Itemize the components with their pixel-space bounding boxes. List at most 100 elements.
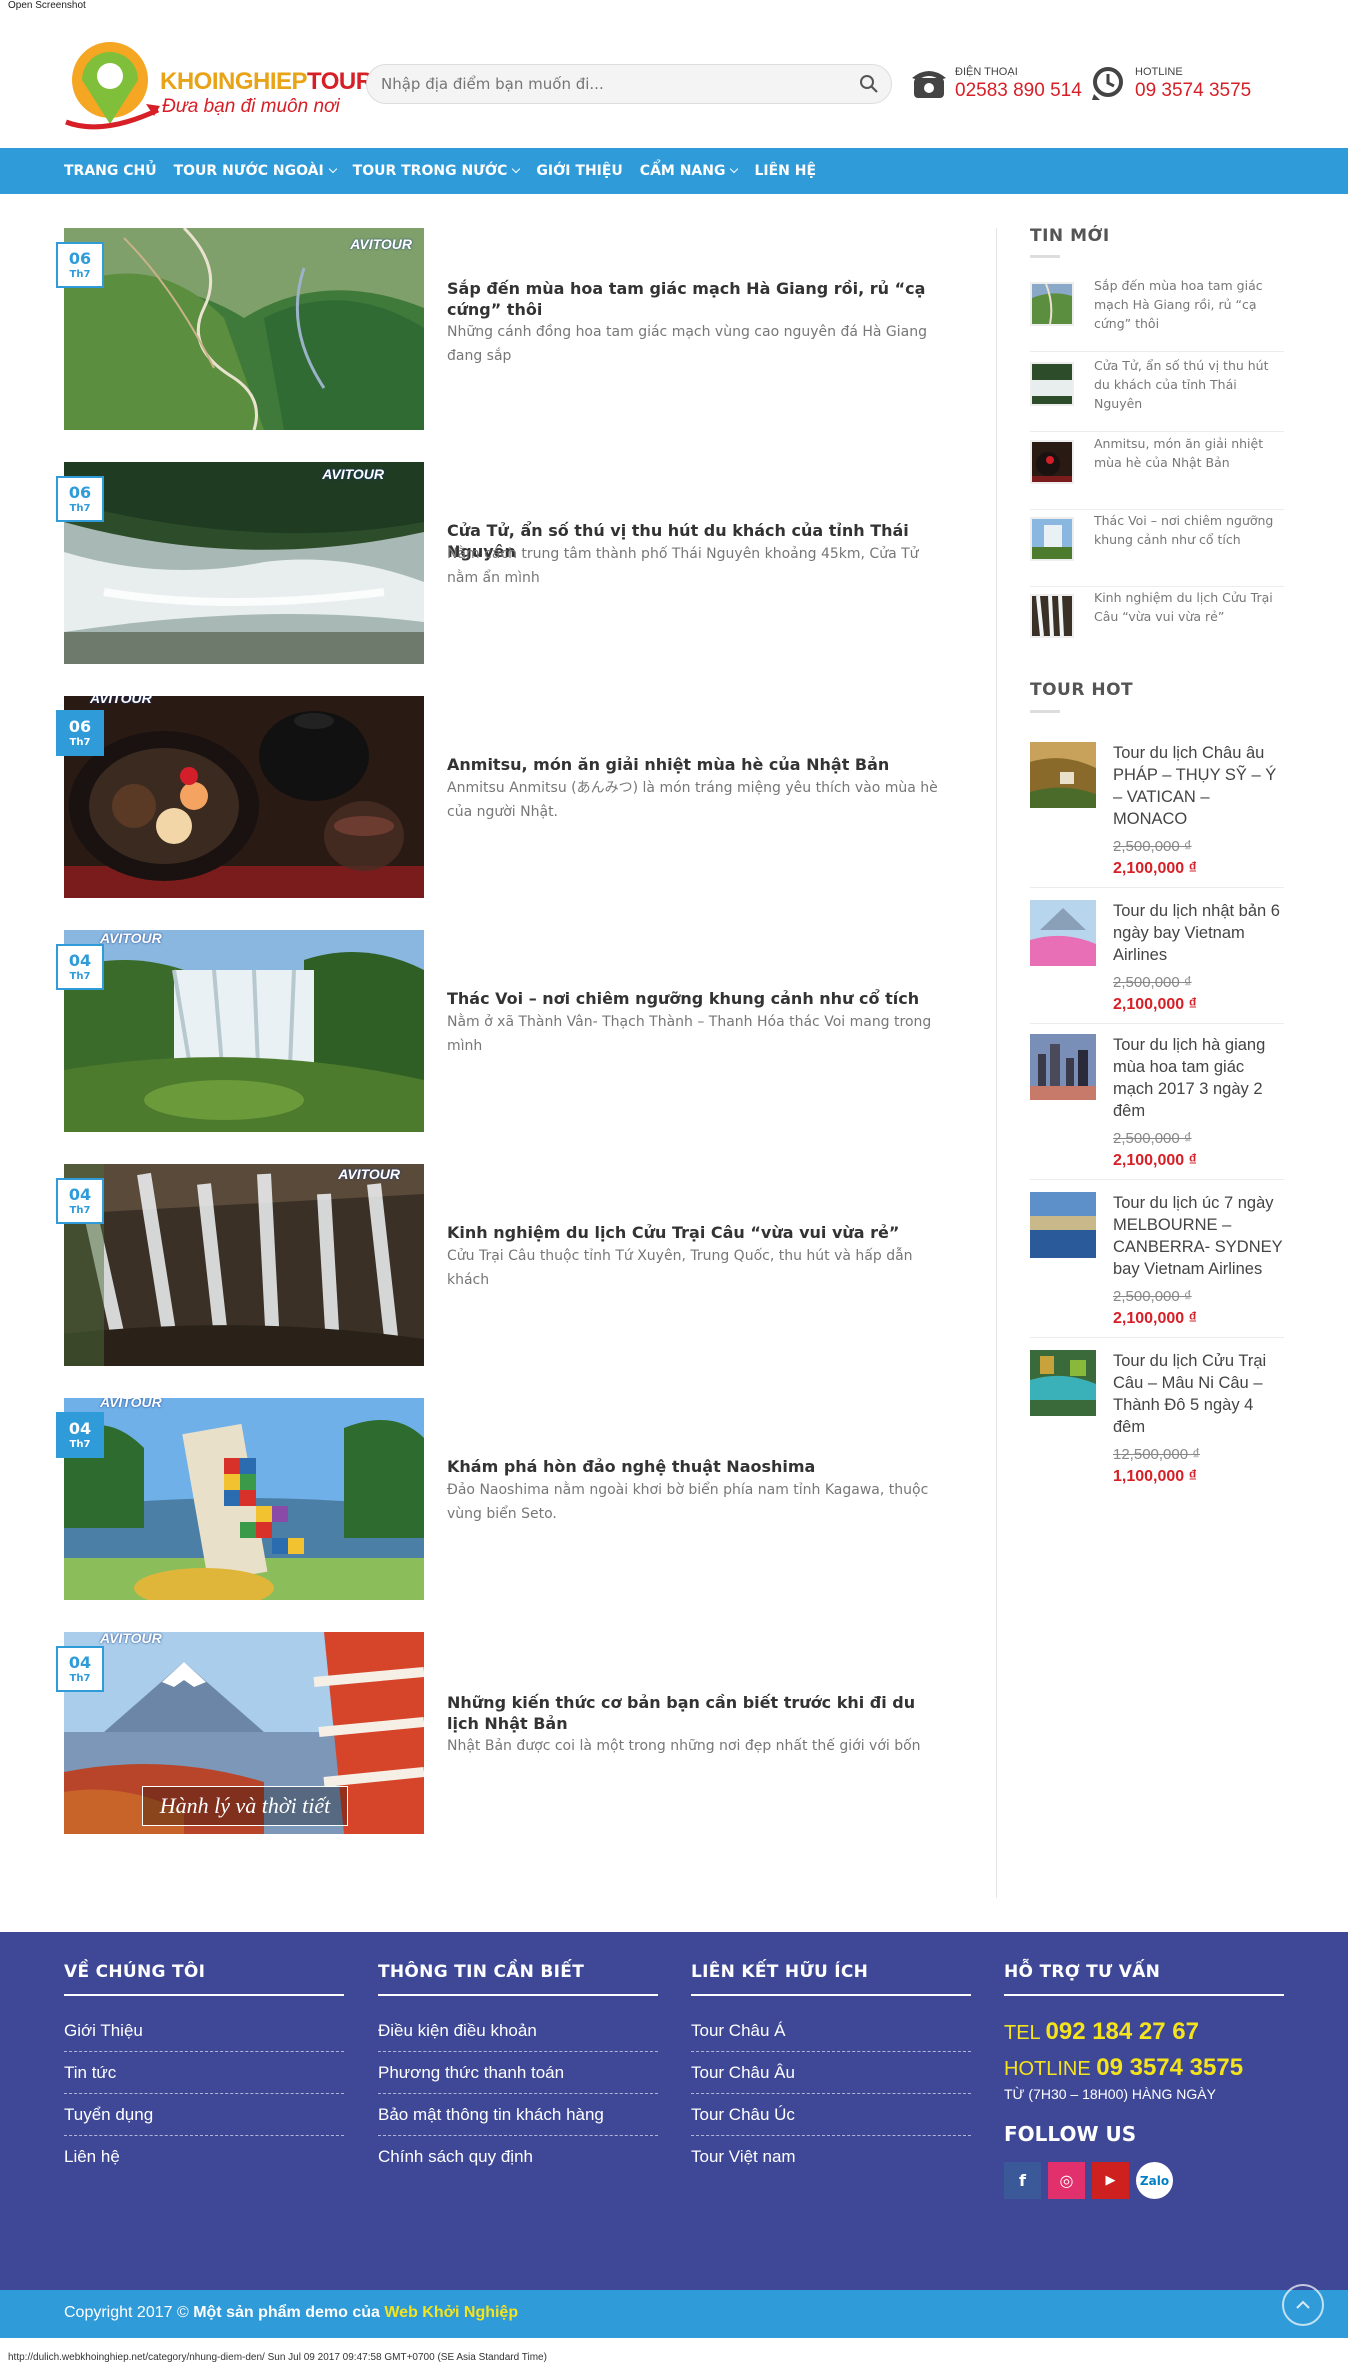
footer-link[interactable]: Tour Châu Âu — [691, 2052, 971, 2094]
footer-tel[interactable]: TEL 092 184 27 67 — [1004, 2018, 1284, 2046]
news-title[interactable]: Thác Voi – nơi chiêm ngưỡng khung cảnh n… — [1094, 511, 1284, 549]
logo-tagline: Đưa bạn đi muôn nơi — [162, 96, 340, 117]
search-icon[interactable] — [859, 74, 879, 98]
tour-thumbnail[interactable] — [1030, 742, 1096, 808]
post-title[interactable]: Những kiến thức cơ bản bạn cần biết trướ… — [447, 1692, 947, 1734]
hot-tour-item[interactable]: Tour du lịch hà giang mùa hoa tam giác m… — [1030, 1034, 1284, 1180]
contact-phone[interactable]: ĐIỆN THOẠI 02583 890 514 — [910, 64, 1090, 114]
news-thumbnail[interactable] — [1030, 440, 1074, 484]
post-thumbnail[interactable]: AVITOUR — [64, 930, 424, 1132]
footer-link[interactable]: Giới Thiệu — [64, 2010, 344, 2052]
tour-price: 1,100,000 ₫ — [1113, 1468, 1197, 1485]
post-item[interactable]: AVITOUR 04 Th7 Kinh nghiệm du lịch Cửu Tr… — [56, 1164, 947, 1366]
copyright-link[interactable]: Web Khởi Nghiệp — [384, 2304, 518, 2321]
footer-link[interactable]: Chính sách quy định — [378, 2136, 658, 2178]
contact-hotline-number: 09 3574 3575 — [1135, 80, 1252, 101]
post-thumbnail[interactable]: AVITOUR — [64, 228, 424, 430]
news-thumbnail[interactable] — [1030, 282, 1074, 326]
hot-tour-item[interactable]: Tour du lịch Cửu Trại Câu – Mâu Ni Câu –… — [1030, 1350, 1284, 1496]
footer-hours: TỪ (7H30 – 18H00) HÀNG NGÀY — [1004, 2086, 1216, 2102]
post-item[interactable]: AVITOUR 06 Th7 Cửa Tử, ẩn số thú vị thu h… — [56, 462, 944, 664]
sidebar-news-item[interactable]: Anmitsu, món ăn giải nhiệt mùa hè của Nh… — [1030, 434, 1284, 510]
main-nav: TRANG CHỦ TOUR NƯỚC NGOÀI TOUR TRONG NƯỚ… — [0, 148, 1348, 194]
youtube-icon[interactable]: ▶ — [1092, 2162, 1129, 2199]
footer-hotline[interactable]: HOTLINE 09 3574 3575 — [1004, 2054, 1284, 2082]
tour-title[interactable]: Tour du lịch úc 7 ngày MELBOURNE – CANBE… — [1113, 1192, 1288, 1280]
footer-support: HỖ TRỢ TƯ VẤN TEL 092 184 27 67 HOTLINE … — [1004, 1962, 1284, 2199]
post-excerpt: Nằm ở xã Thành Vân- Thạch Thành – Thanh … — [447, 1014, 932, 1054]
search-box — [366, 64, 892, 104]
hot-tour-item[interactable]: Tour du lịch Châu âu PHÁP – THỤY SỸ – Ý … — [1030, 742, 1284, 888]
footer-link[interactable]: Tour Việt nam — [691, 2136, 971, 2178]
news-title[interactable]: Sắp đến mùa hoa tam giác mạch Hà Giang r… — [1094, 276, 1284, 333]
footer-link[interactable]: Tuyển dụng — [64, 2094, 344, 2136]
post-thumbnail[interactable]: AVITOUR Hành lý và thời tiết — [64, 1632, 424, 1834]
hot-tour-item[interactable]: Tour du lịch nhật bản 6 ngày bay Vietnam… — [1030, 900, 1284, 1024]
tour-title[interactable]: Tour du lịch hà giang mùa hoa tam giác m… — [1113, 1034, 1288, 1122]
tour-thumbnail[interactable] — [1030, 1034, 1096, 1100]
chevron-down-icon — [328, 164, 337, 174]
tour-old-price: 2,500,000 ₫ — [1113, 1288, 1192, 1305]
post-thumbnail[interactable]: AVITOUR — [64, 1164, 424, 1366]
nav-handbook[interactable]: CẨM NANG — [640, 163, 739, 179]
news-title[interactable]: Kinh nghiệm du lịch Cửu Trại Câu “vừa vu… — [1094, 588, 1284, 626]
post-title[interactable]: Anmitsu, món ăn giải nhiệt mùa hè của Nh… — [447, 754, 947, 775]
watermark: AVITOUR — [322, 466, 384, 482]
sidebar-news-item[interactable]: Thác Voi – nơi chiêm ngưỡng khung cảnh n… — [1030, 511, 1284, 587]
zalo-icon[interactable]: Zalo — [1136, 2162, 1173, 2199]
nav-about[interactable]: GIỚI THIỆU — [536, 163, 622, 179]
facebook-icon[interactable]: f — [1004, 2162, 1041, 2199]
footer-link[interactable]: Liên hệ — [64, 2136, 344, 2178]
tour-thumbnail[interactable] — [1030, 1350, 1096, 1416]
instagram-icon[interactable]: ◎ — [1048, 2162, 1085, 2199]
post-title[interactable]: Khám phá hòn đảo nghệ thuật Naoshima — [447, 1456, 947, 1477]
news-title[interactable]: Cửa Tử, ẩn số thú vị thu hút du khách củ… — [1094, 356, 1284, 413]
post-date-badge: 06 Th7 — [56, 242, 104, 288]
post-title[interactable]: Thác Voi – nơi chiêm ngưỡng khung cảnh n… — [447, 988, 947, 1009]
post-item[interactable]: AVITOUR 04 Th7 Khám phá hòn đảo nghệ thuậ… — [56, 1398, 947, 1600]
post-item[interactable]: AVITOUR Hành lý và thời tiết 04 Th7 Những… — [56, 1632, 947, 1834]
tour-thumbnail[interactable] — [1030, 1192, 1096, 1258]
search-input[interactable] — [381, 75, 841, 93]
post-item[interactable]: AVITOUR 06 Th7 Sắp đến mùa hoa tam giác m… — [56, 228, 947, 430]
nav-home[interactable]: TRANG CHỦ — [64, 163, 157, 179]
hot-tour-item[interactable]: Tour du lịch úc 7 ngày MELBOURNE – CANBE… — [1030, 1192, 1284, 1338]
news-thumbnail[interactable] — [1030, 362, 1074, 406]
post-title[interactable]: Kinh nghiệm du lịch Cửu Trại Câu “vừa vu… — [447, 1222, 947, 1243]
chevron-down-icon — [730, 164, 739, 174]
tour-price: 2,100,000 ₫ — [1113, 1152, 1197, 1169]
nav-domestic-tours[interactable]: TOUR TRONG NƯỚC — [353, 163, 521, 179]
tour-price: 2,100,000 ₫ — [1113, 1310, 1197, 1327]
nav-contact[interactable]: LIÊN HỆ — [754, 163, 816, 179]
post-item[interactable]: AVITOUR 06 Th7 Anmitsu, món ăn giải nhiệt… — [56, 696, 947, 898]
nav-international-tours[interactable]: TOUR NƯỚC NGOÀI — [174, 163, 337, 179]
tour-thumbnail[interactable] — [1030, 900, 1096, 966]
back-to-top-button[interactable] — [1282, 2284, 1324, 2326]
tour-title[interactable]: Tour du lịch Cửu Trại Câu – Mâu Ni Câu –… — [1113, 1350, 1288, 1438]
post-excerpt: Anmitsu Anmitsu (あんみつ) là món tráng miện… — [447, 780, 938, 820]
footer-link[interactable]: Tin tức — [64, 2052, 344, 2094]
post-item[interactable]: AVITOUR 04 Th7 Thác Voi – nơi chiêm ngưỡn… — [56, 930, 947, 1132]
post-title[interactable]: Sắp đến mùa hoa tam giác mạch Hà Giang r… — [447, 278, 947, 320]
site-logo[interactable]: KHOINGHIEPTOUR Đưa bạn đi muôn nơi — [62, 32, 373, 142]
post-excerpt: Cửu Trại Câu thuộc tỉnh Tứ Xuyên, Trung … — [447, 1248, 913, 1288]
contact-hotline[interactable]: HOTLINE 09 3574 3575 — [1090, 64, 1270, 114]
post-thumbnail[interactable]: AVITOUR — [64, 1398, 424, 1600]
sidebar-news-item[interactable]: Kinh nghiệm du lịch Cửu Trại Câu “vừa vu… — [1030, 588, 1284, 664]
footer-link[interactable]: Phương thức thanh toán — [378, 2052, 658, 2094]
post-thumbnail[interactable]: AVITOUR — [64, 462, 424, 664]
news-thumbnail[interactable] — [1030, 594, 1074, 638]
tour-title[interactable]: Tour du lịch nhật bản 6 ngày bay Vietnam… — [1113, 900, 1288, 966]
news-title[interactable]: Anmitsu, món ăn giải nhiệt mùa hè của Nh… — [1094, 434, 1284, 472]
footer-link[interactable]: Tour Châu Á — [691, 2010, 971, 2052]
post-thumbnail[interactable]: AVITOUR — [64, 696, 424, 898]
sidebar-news-item[interactable]: Sắp đến mùa hoa tam giác mạch Hà Giang r… — [1030, 276, 1284, 352]
chevron-up-icon — [1296, 2300, 1310, 2309]
sidebar-hot-heading: TOUR HOT — [1030, 680, 1134, 700]
footer-link[interactable]: Bảo mật thông tin khách hàng — [378, 2094, 658, 2136]
sidebar-news-item[interactable]: Cửa Tử, ẩn số thú vị thu hút du khách củ… — [1030, 356, 1284, 432]
news-thumbnail[interactable] — [1030, 517, 1074, 561]
tour-title[interactable]: Tour du lịch Châu âu PHÁP – THỤY SỸ – Ý … — [1113, 742, 1288, 830]
footer-link[interactable]: Tour Châu Úc — [691, 2094, 971, 2136]
footer-link[interactable]: Điều kiện điều khoản — [378, 2010, 658, 2052]
